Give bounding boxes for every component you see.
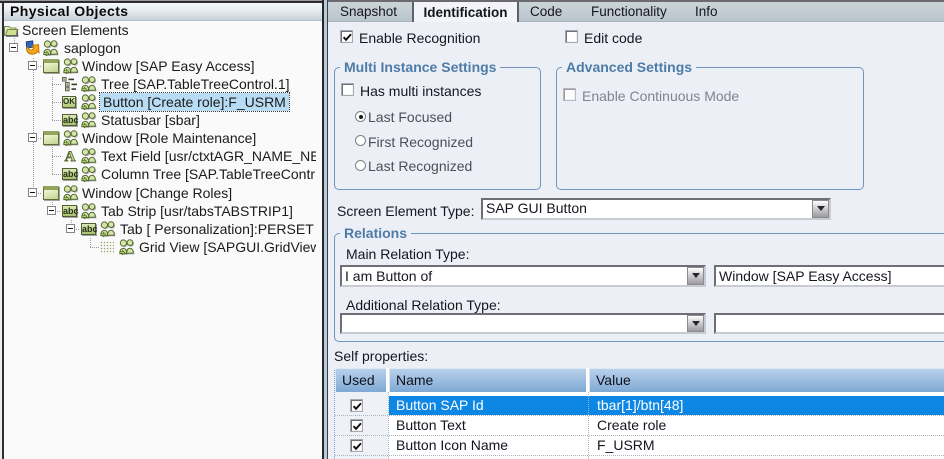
svg-text:A: A [65, 149, 76, 164]
